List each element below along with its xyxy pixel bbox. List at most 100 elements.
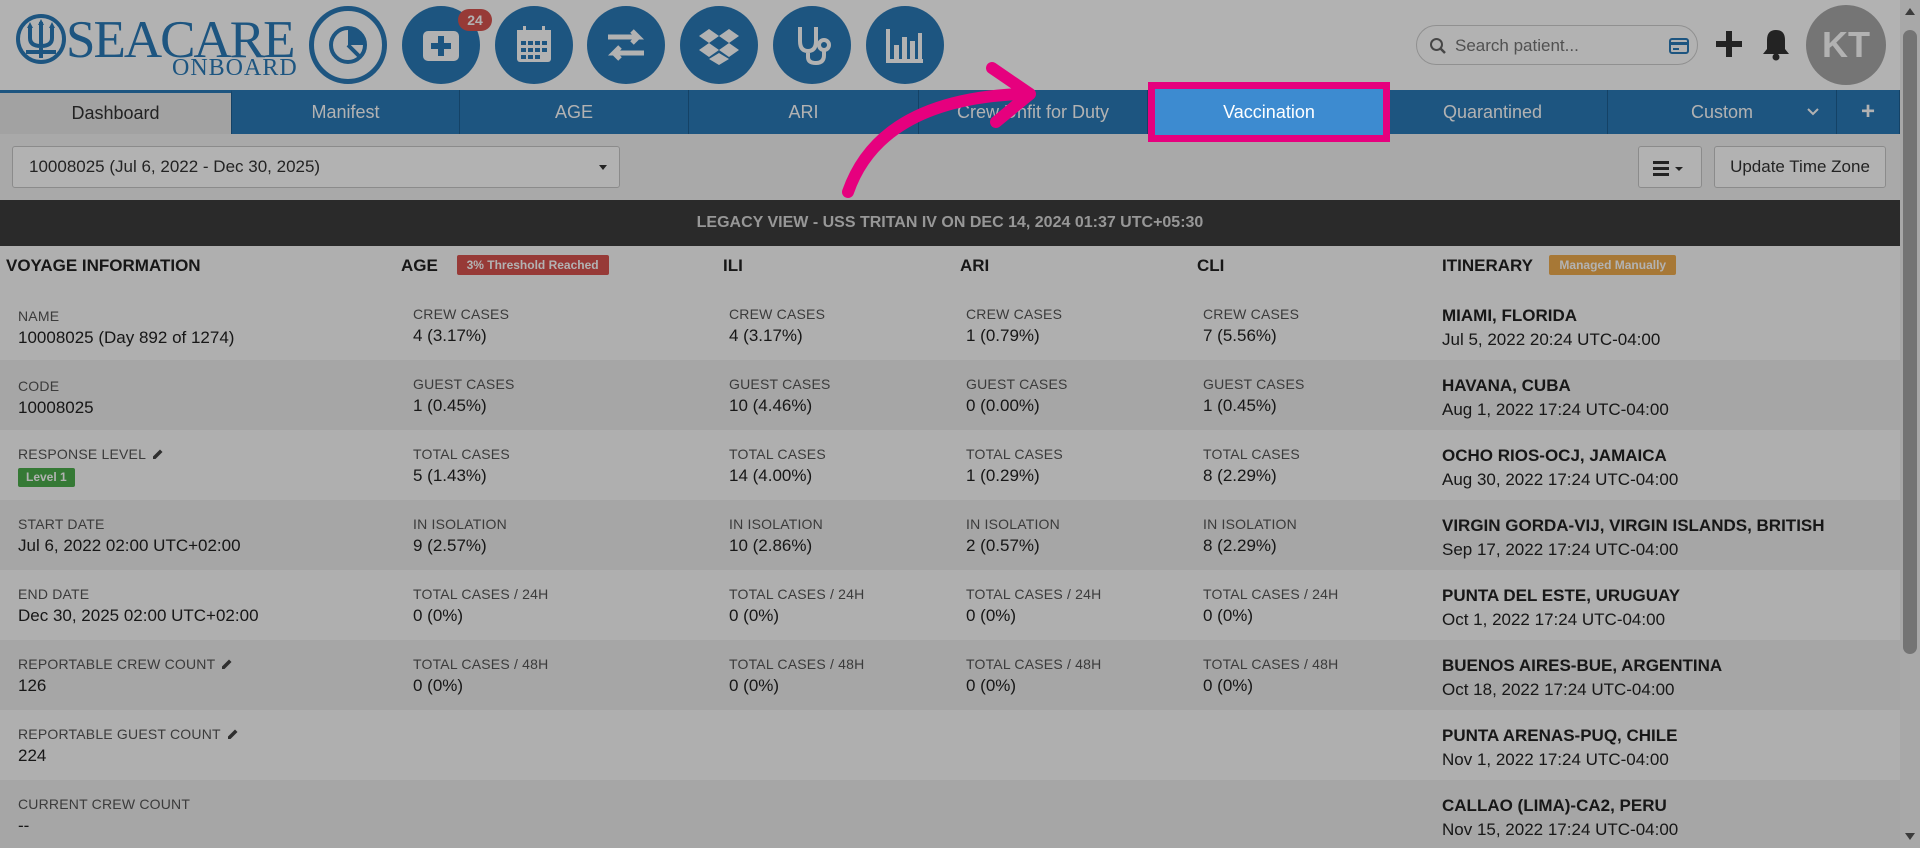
itinerary-stop: MIAMI, FLORIDA Jul 5, 2022 20:24 UTC-04:0… [1442,306,1660,350]
current-crew-count-field: CURRENT CREW COUNT -- [18,796,190,836]
stat-value: 5 (1.43%) [413,466,487,485]
ari-total-48h: TOTAL CASES / 48H 0 (0%) [966,656,1101,696]
itinerary-stop: BUENOS AIRES-BUE, ARGENTINA Oct 18, 2022 … [1442,656,1722,700]
stat-label: GUEST CASES [966,376,1068,392]
itinerary-stop: HAVANA, CUBA Aug 1, 2022 17:24 UTC-04:00 [1442,376,1669,420]
stat-value: 0 (0%) [413,676,464,695]
response-level-field: RESPONSE LEVEL Level 1 [18,446,164,487]
update-time-zone-button[interactable]: Update Time Zone [1714,146,1886,188]
notification-count-badge: 24 [458,9,492,31]
managed-manually-tag: Managed Manually [1549,255,1677,275]
itinerary-time: Jul 5, 2022 20:24 UTC-04:00 [1442,330,1661,349]
stat-value: 0 (0%) [729,676,780,695]
stat-label: IN ISOLATION [966,516,1060,532]
stat-label: TOTAL CASES / 48H [413,656,549,672]
itinerary-stop: VIRGIN GORDA-VIJ, VIRGIN ISLANDS, BRITIS… [1442,516,1825,560]
field-label: RESPONSE LEVEL [18,446,164,462]
stat-value: 1 (0.45%) [413,396,487,415]
transfer-arrows-icon[interactable] [587,6,665,84]
age-crew-cases: CREW CASES 4 (3.17%) [413,306,509,346]
ili-heading: ILI [723,256,743,275]
tab-age[interactable]: AGE [460,90,689,134]
itinerary-place: PUNTA ARENAS-PUQ, CHILE [1442,726,1678,745]
cli-total-24h: TOTAL CASES / 24H 0 (0%) [1203,586,1338,626]
field-value: 10008025 (Day 892 of 1274) [18,328,235,347]
stat-value: 4 (3.17%) [729,326,803,345]
voyage-select[interactable]: 10008025 (Jul 6, 2022 - Dec 30, 2025) [12,146,620,188]
field-label: CURRENT CREW COUNT [18,796,191,812]
add-plus-icon[interactable] [1713,28,1745,60]
scrollbar-thumb[interactable] [1903,30,1917,654]
dropbox-icon[interactable] [680,6,758,84]
calendar-icon[interactable] [495,6,573,84]
field-value: -- [18,816,30,835]
tab-custom[interactable]: Custom [1608,90,1837,134]
cli-total-48h: TOTAL CASES / 48H 0 (0%) [1203,656,1338,696]
patient-search[interactable] [1416,25,1698,65]
field-label: REPORTABLE GUEST COUNT [18,726,239,742]
user-avatar[interactable]: KT [1806,5,1886,85]
scroll-down-arrow-icon[interactable] [1905,833,1915,840]
reportable-crew-count-field: REPORTABLE CREW COUNT 126 [18,656,233,696]
stat-label: IN ISOLATION [729,516,823,532]
cli-in-isolation: IN ISOLATION 8 (2.29%) [1203,516,1297,556]
field-value: Dec 30, 2025 02:00 UTC+02:00 [18,606,259,625]
seacare-logo[interactable]: SEACARE ONBOARD [14,10,297,80]
stat-value: 14 (4.00%) [729,466,813,485]
itinerary-time: Sep 17, 2022 17:24 UTC-04:00 [1442,540,1679,559]
itinerary-heading-label: ITINERARY [1442,256,1533,275]
itinerary-time: Nov 1, 2022 17:24 UTC-04:00 [1442,750,1669,769]
bell-icon[interactable] [1760,27,1792,61]
itinerary-place: HAVANA, CUBA [1442,376,1571,395]
itinerary-time: Oct 18, 2022 17:24 UTC-04:00 [1442,680,1675,699]
tab-dashboard[interactable]: Dashboard [0,90,232,134]
age-in-isolation: IN ISOLATION 9 (2.57%) [413,516,507,556]
reportable-guest-count-field: REPORTABLE GUEST COUNT 224 [18,726,239,766]
stat-value: 9 (2.57%) [413,536,487,555]
itinerary-time: Aug 1, 2022 17:24 UTC-04:00 [1442,400,1669,419]
id-card-icon[interactable] [1669,38,1689,54]
stat-label: TOTAL CASES / 48H [1203,656,1339,672]
cli-total-cases: TOTAL CASES 8 (2.29%) [1203,446,1300,486]
ari-heading: ARI [960,256,990,275]
stat-label: IN ISOLATION [1203,516,1297,532]
threshold-reached-tag: 3% Threshold Reached [456,255,609,275]
itinerary-time: Aug 30, 2022 17:24 UTC-04:00 [1442,470,1679,489]
search-input[interactable] [1455,33,1655,59]
tab-manifest[interactable]: Manifest [232,90,460,134]
stat-label: TOTAL CASES [1203,446,1300,462]
caret-down-icon [599,165,607,170]
dashboard-pie-icon[interactable] [309,6,387,84]
hamburger-caret-icon [1653,161,1683,176]
stat-value: 1 (0.29%) [966,466,1040,485]
stat-value: 0 (0%) [1203,606,1254,625]
pencil-edit-icon[interactable] [227,728,239,740]
stat-label: CREW CASES [413,306,510,322]
stat-label: GUEST CASES [1203,376,1305,392]
tab-quarantined[interactable]: Quarantined [1378,90,1608,134]
stat-label: IN ISOLATION [413,516,507,532]
ili-crew-cases: CREW CASES 4 (3.17%) [729,306,825,346]
add-tab-button[interactable]: + [1837,90,1900,134]
trident-logo-icon [16,14,66,64]
itinerary-stop: CALLAO (LIMA)-CA2, PERU Nov 15, 2022 17:2… [1442,796,1678,840]
pointer-arrow-icon [842,62,1036,198]
stat-value: 0 (0%) [966,606,1017,625]
stat-label: TOTAL CASES / 24H [729,586,865,602]
pencil-edit-icon[interactable] [152,448,164,460]
age-total-48h: TOTAL CASES / 48H 0 (0%) [413,656,548,696]
list-menu-button[interactable] [1638,146,1702,188]
itinerary-heading: ITINERARY Managed Manually [1442,246,1677,290]
field-value: 126 [18,676,47,695]
crew-count-label: REPORTABLE CREW COUNT [18,656,216,672]
field-label: CODE [18,378,60,394]
scroll-up-arrow-icon[interactable] [1905,8,1915,15]
page-scrollbar[interactable] [1900,0,1920,848]
stat-label: TOTAL CASES / 48H [729,656,865,672]
stat-value: 8 (2.29%) [1203,536,1277,555]
pencil-edit-icon[interactable] [221,658,233,670]
stat-value: 0 (0.00%) [966,396,1040,415]
voyage-select-value: 10008025 (Jul 6, 2022 - Dec 30, 2025) [29,157,321,176]
itinerary-place: OCHO RIOS-OCJ, JAMAICA [1442,446,1667,465]
itinerary-stop: PUNTA DEL ESTE, URUGUAY Oct 1, 2022 17:24… [1442,586,1680,630]
